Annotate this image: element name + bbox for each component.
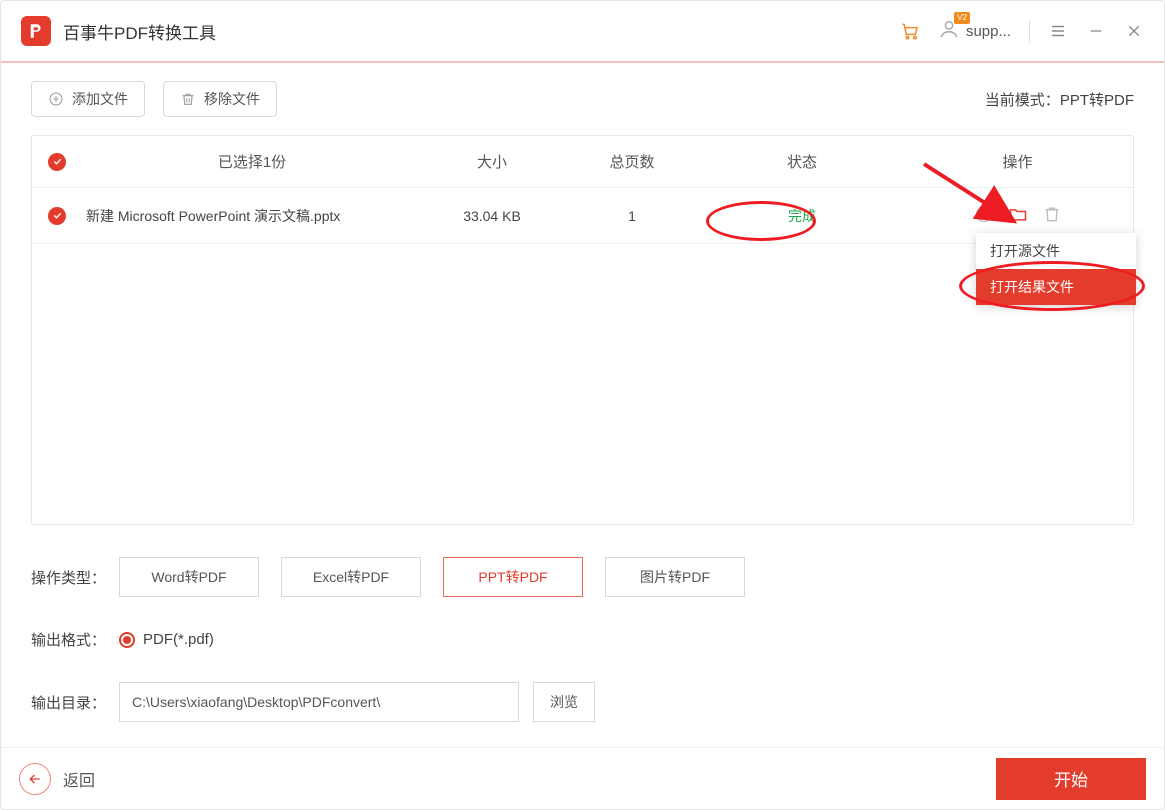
title-icons: V2 supp... [900,18,1144,44]
cart-icon[interactable] [900,21,920,41]
vip-badge: V2 [954,12,970,24]
folder-icon[interactable] [1008,204,1028,224]
operation-type-label: 操作类型： [31,567,119,588]
row-actions [902,204,1133,227]
plus-circle-icon [48,91,64,107]
row-pages: 1 [562,208,702,224]
minimize-icon[interactable] [1086,21,1106,41]
back-button[interactable]: 返回 [19,763,95,795]
footer: 返回 开始 [1,747,1164,809]
app-logo [21,16,51,46]
header-check[interactable] [32,153,82,171]
back-label: 返回 [63,767,95,791]
operation-type-option[interactable]: PPT转PDF [443,557,583,597]
radio-selected-icon[interactable] [119,632,135,648]
row-check[interactable] [32,207,82,225]
header-pages: 总页数 [562,151,702,172]
operation-type-buttons: Word转PDF Excel转PDF PPT转PDF 图片转PDF [119,557,767,597]
trash-icon [180,91,196,107]
table-header: 已选择1份 大小 总页数 状态 操作 [32,136,1133,188]
menu-open-result[interactable]: 打开结果文件 [976,269,1136,305]
output-dir-input[interactable] [119,682,519,722]
remove-file-label: 移除文件 [204,89,260,109]
operation-type-option[interactable]: Word转PDF [119,557,259,597]
output-dir-label: 输出目录： [31,692,119,713]
output-format-section: 输出格式： PDF(*.pdf) [31,629,1134,650]
close-icon[interactable] [1124,21,1144,41]
output-format-value: PDF(*.pdf) [143,631,214,648]
context-menu: 打开源文件 打开结果文件 [976,233,1136,305]
check-icon [48,153,66,171]
start-button[interactable]: 开始 [996,758,1146,800]
current-mode: 当前模式：PPT转PDF [985,89,1134,110]
title-bar: 百事牛PDF转换工具 V2 supp... [1,1,1164,63]
row-size: 33.04 KB [422,208,562,224]
header-status: 状态 [702,151,902,172]
operation-type-section: 操作类型： Word转PDF Excel转PDF PPT转PDF 图片转PDF [31,557,1134,597]
toolbar: 添加文件 移除文件 当前模式：PPT转PDF [31,81,1134,117]
menu-open-source[interactable]: 打开源文件 [976,233,1136,269]
check-icon [48,207,66,225]
header-name: 已选择1份 [82,151,422,172]
app-title: 百事牛PDF转换工具 [63,19,216,44]
back-arrow-icon [19,763,51,795]
browse-button[interactable]: 浏览 [533,682,595,722]
main-panel: 添加文件 移除文件 当前模式：PPT转PDF 已选择1份 大小 总页数 状态 操… [1,63,1164,747]
operation-type-option[interactable]: Excel转PDF [281,557,421,597]
divider [1029,20,1030,42]
header-actions: 操作 [902,151,1133,172]
avatar-icon: V2 [938,18,960,44]
add-file-button[interactable]: 添加文件 [31,81,145,117]
add-file-label: 添加文件 [72,89,128,109]
table-row: 新建 Microsoft PowerPoint 演示文稿.pptx 33.04 … [32,188,1133,244]
output-format-label: 输出格式： [31,629,119,650]
header-size: 大小 [422,151,562,172]
remove-file-button[interactable]: 移除文件 [163,81,277,117]
menu-icon[interactable] [1048,21,1068,41]
row-filename: 新建 Microsoft PowerPoint 演示文稿.pptx [82,206,422,226]
user-account[interactable]: V2 supp... [938,18,1011,44]
output-dir-section: 输出目录： 浏览 [31,682,1134,722]
operation-type-option[interactable]: 图片转PDF [605,557,745,597]
file-table: 已选择1份 大小 总页数 状态 操作 新建 Microsoft PowerPoi… [31,135,1134,525]
row-status: 完成 [702,206,902,226]
user-label: supp... [966,23,1011,40]
app-window: 百事牛PDF转换工具 V2 supp... [0,0,1165,810]
delete-icon[interactable] [1042,204,1062,224]
play-icon[interactable] [974,204,994,224]
